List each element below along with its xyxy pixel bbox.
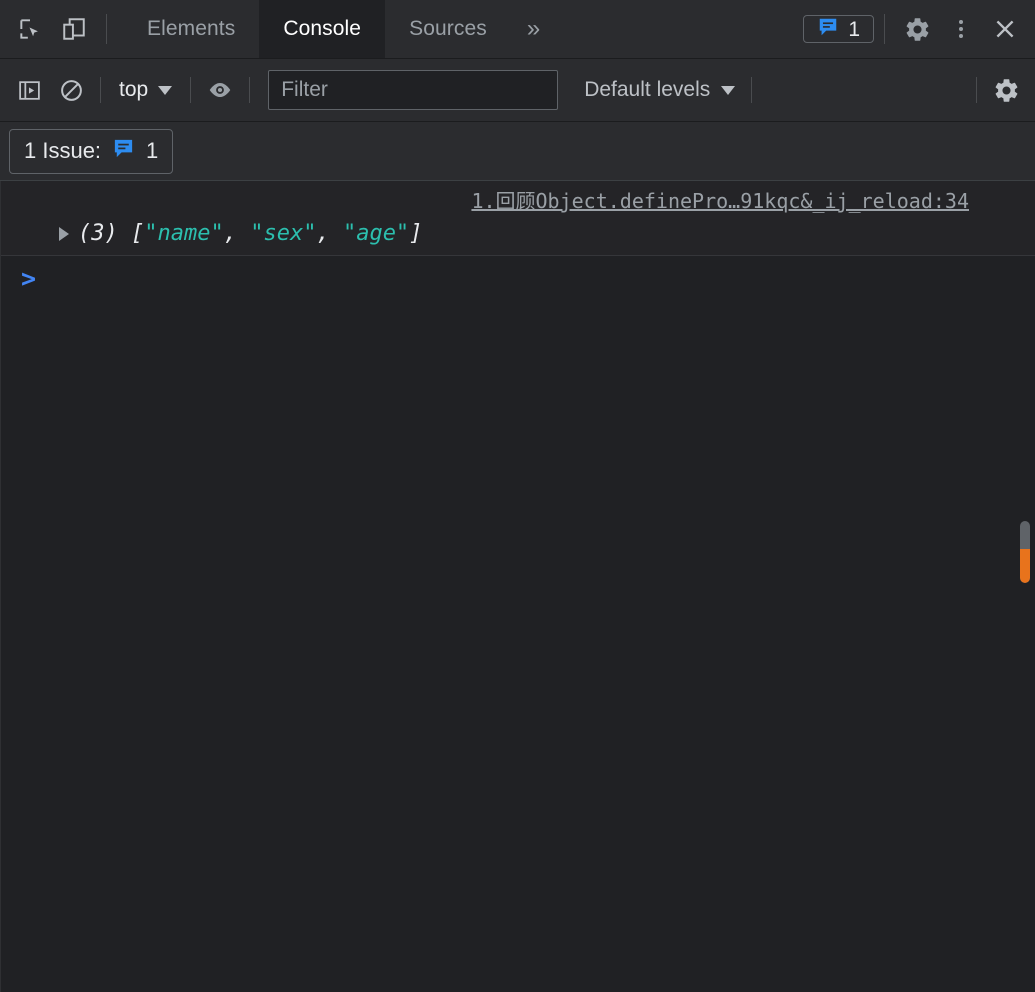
tabbar-right-divider [884,14,885,44]
toolbar-divider-5 [976,77,977,103]
devtools-tabbar: Elements Console Sources » 1 [0,0,1035,59]
execution-context-selector[interactable]: top [109,78,182,102]
tab-sources[interactable]: Sources [385,0,511,58]
issues-bar-count: 1 [146,138,159,163]
console-message-source: 1.回顾Object.definePro…91kqc&_ij_reload:34 [13,185,1023,217]
console-source-link[interactable]: 1.回顾Object.definePro…91kqc&_ij_reload:34 [471,189,969,213]
toolbar-divider-1 [100,77,101,103]
tabbar-divider [106,14,107,44]
issues-message-icon [112,137,135,166]
more-tabs-label: » [526,15,541,42]
issues-bar: 1 Issue: 1 [0,122,1035,181]
device-toolbar-icon[interactable] [52,7,96,51]
issues-bar-label: 1 Issue: [24,138,102,163]
tab-console-label: Console [283,17,362,40]
console-message-row[interactable]: 1.回顾Object.definePro…91kqc&_ij_reload:34… [1,181,1035,256]
scrollbar-issue-marker [1020,549,1030,583]
clear-console-icon[interactable] [50,69,92,111]
toolbar-divider-3 [249,77,251,103]
issues-message-icon [817,16,839,43]
devtools-window: Elements Console Sources » 1 top Filter … [0,0,1035,992]
log-levels-label: Default levels [584,78,711,101]
issues-badge-button[interactable]: 1 [803,15,874,43]
tab-elements[interactable]: Elements [123,0,259,58]
console-sidebar-toggle-icon[interactable] [8,69,50,111]
close-icon[interactable] [983,7,1027,51]
issues-badge-count: 1 [848,17,860,41]
array-item-2: "age" [342,221,410,246]
chevron-down-icon [158,85,173,95]
console-toolbar: top Default levels [0,59,1035,122]
console-message-content: (3) ["name", "sex", "age"] [13,219,1023,249]
array-sep-1: , [316,221,343,246]
array-item-0: "name" [144,221,224,246]
chevron-down-icon [721,85,736,95]
gear-icon[interactable] [895,7,939,51]
more-tabs-chevron-icon[interactable]: » [511,0,556,58]
tab-elements-label: Elements [147,17,236,40]
expand-triangle-icon[interactable] [59,227,69,241]
tabbar-right-actions: 1 [803,7,1035,51]
array-prefix: (3) [ [78,221,145,246]
kebab-menu-icon[interactable] [939,7,983,51]
array-suffix: ] [409,221,423,246]
console-message-list: 1.回顾Object.definePro…91kqc&_ij_reload:34… [0,181,1035,992]
panel-tabs: Elements Console Sources » [123,0,556,58]
inspect-element-icon[interactable] [8,7,52,51]
array-item-1: "sex" [250,221,317,246]
log-levels-selector[interactable]: Default levels [576,78,743,102]
array-sep-0: , [223,221,251,246]
console-prompt-chevron-icon: > [21,263,37,293]
console-scrollbar-thumb[interactable] [1020,521,1030,583]
issues-summary-button[interactable]: 1 Issue: 1 [9,128,174,174]
console-scrollbar[interactable] [1017,181,1033,992]
toolbar-divider-4 [751,77,753,103]
console-settings-gear-icon[interactable] [985,69,1027,111]
filter-input[interactable] [279,77,548,103]
tab-console[interactable]: Console [259,0,386,58]
live-expression-eye-icon[interactable] [199,69,241,111]
toolbar-divider-2 [190,77,192,103]
console-prompt-input[interactable] [36,266,1023,294]
filter-input-wrapper[interactable] [268,70,559,110]
console-array-preview: (3) ["name", "sex", "age"] [78,219,422,249]
tab-sources-label: Sources [409,17,487,40]
execution-context-label: top [119,78,149,101]
console-prompt-row[interactable]: > [1,256,1035,294]
